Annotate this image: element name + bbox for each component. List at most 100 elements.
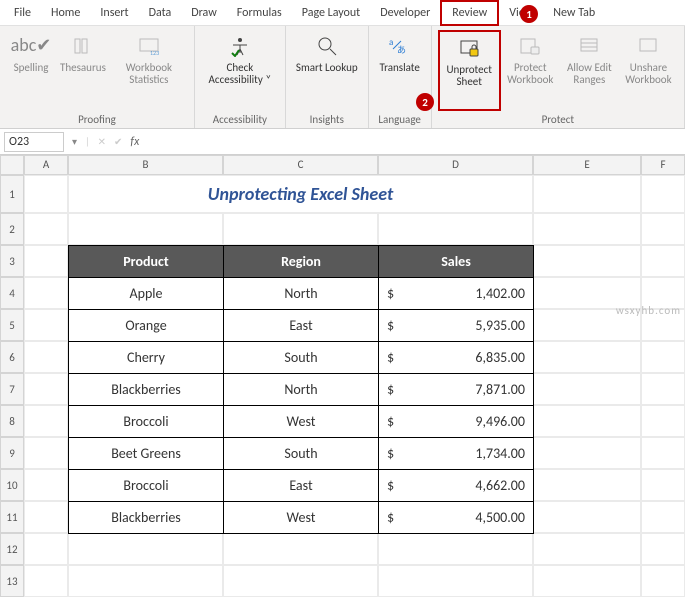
unshare-workbook-icon xyxy=(634,32,662,60)
cells-area[interactable]: Unprotecting Excel Sheet Product Region … xyxy=(24,175,685,597)
tab-review[interactable]: Review xyxy=(440,0,499,26)
table-row[interactable]: CherrySouth$6,835.00 xyxy=(69,342,534,374)
watermark: wsxyhb.com xyxy=(616,304,681,317)
cell-sales[interactable]: $4,500.00 xyxy=(379,502,534,534)
cell-sales[interactable]: $5,935.00 xyxy=(379,310,534,342)
spelling-button[interactable]: abc✔ Spelling xyxy=(6,30,56,111)
svg-text:123: 123 xyxy=(150,49,159,57)
cell-product[interactable]: Broccoli xyxy=(69,470,224,502)
unprotect-sheet-button[interactable]: Unprotect Sheet xyxy=(438,30,501,111)
formula-input[interactable] xyxy=(143,132,685,152)
row-header-10[interactable]: 10 xyxy=(0,469,24,501)
protect-workbook-icon xyxy=(516,32,544,60)
cell-region[interactable]: South xyxy=(224,438,379,470)
row-header-1[interactable]: 1 xyxy=(0,175,24,213)
table-row[interactable]: BroccoliWest$9,496.00 xyxy=(69,406,534,438)
cell-region[interactable]: North xyxy=(224,278,379,310)
check-accessibility-button[interactable]: Check Accessibility ˅ xyxy=(201,30,279,111)
cell-product[interactable]: Blackberries xyxy=(69,502,224,534)
spelling-label: Spelling xyxy=(14,62,49,74)
group-protect-label: Protect xyxy=(438,111,678,126)
tab-draw[interactable]: Draw xyxy=(181,2,227,24)
row-header-13[interactable]: 13 xyxy=(0,565,24,597)
protect-workbook-button[interactable]: Protect Workbook xyxy=(501,30,560,111)
col-header-E[interactable]: E xyxy=(533,155,641,175)
col-header-F[interactable]: F xyxy=(641,155,685,175)
group-insights: Smart Lookup Insights xyxy=(286,26,369,128)
cell-region[interactable]: East xyxy=(224,470,379,502)
unshare-workbook-button[interactable]: Unshare Workbook xyxy=(619,30,678,111)
cell-product[interactable]: Cherry xyxy=(69,342,224,374)
cell-sales[interactable]: $1,734.00 xyxy=(379,438,534,470)
tab-new-tab[interactable]: New Tab xyxy=(543,2,605,24)
row-header-6[interactable]: 6 xyxy=(0,341,24,373)
cell-product[interactable]: Blackberries xyxy=(69,374,224,406)
tab-formulas[interactable]: Formulas xyxy=(227,2,292,24)
tab-insert[interactable]: Insert xyxy=(90,2,138,24)
cell-product[interactable]: Beet Greens xyxy=(69,438,224,470)
table-row[interactable]: BlackberriesWest$4,500.00 xyxy=(69,502,534,534)
tab-page-layout[interactable]: Page Layout xyxy=(292,2,370,24)
cell-sales[interactable]: $1,402.00 xyxy=(379,278,534,310)
table-row[interactable]: OrangeEast$5,935.00 xyxy=(69,310,534,342)
cell-sales[interactable]: $7,871.00 xyxy=(379,374,534,406)
table-row[interactable]: BlackberriesNorth$7,871.00 xyxy=(69,374,534,406)
col-header-D[interactable]: D xyxy=(378,155,533,175)
table-row[interactable]: BroccoliEast$4,662.00 xyxy=(69,470,534,502)
col-header-C[interactable]: C xyxy=(223,155,378,175)
row-header-9[interactable]: 9 xyxy=(0,437,24,469)
thesaurus-icon xyxy=(69,32,97,60)
tab-developer[interactable]: Developer xyxy=(370,2,440,24)
unprotect-sheet-icon xyxy=(455,34,483,62)
cell-sales[interactable]: $4,662.00 xyxy=(379,470,534,502)
row-header-4[interactable]: 4 xyxy=(0,277,24,309)
cell-sales[interactable]: $6,835.00 xyxy=(379,342,534,374)
row-header-7[interactable]: 7 xyxy=(0,373,24,405)
allow-edit-ranges-button[interactable]: Allow Edit Ranges xyxy=(560,30,619,111)
row-header-12[interactable]: 12 xyxy=(0,533,24,565)
name-box-dropdown-icon[interactable]: ▾ xyxy=(68,135,81,148)
col-header-A[interactable]: A xyxy=(24,155,68,175)
group-accessibility: Check Accessibility ˅ Accessibility xyxy=(195,26,286,128)
name-box[interactable]: O23 xyxy=(4,132,64,152)
row-header-5[interactable]: 5 xyxy=(0,309,24,341)
row-header-2[interactable]: 2 xyxy=(0,213,24,245)
tab-data[interactable]: Data xyxy=(139,2,182,24)
thesaurus-button[interactable]: Thesaurus xyxy=(56,30,110,111)
allow-edit-ranges-label: Allow Edit Ranges xyxy=(564,62,615,86)
table-row[interactable]: AppleNorth$1,402.00 xyxy=(69,278,534,310)
row-header-3[interactable]: 3 xyxy=(0,245,24,277)
cell-region[interactable]: West xyxy=(224,406,379,438)
fx-icon[interactable]: fx xyxy=(126,135,143,149)
cell-product[interactable]: Broccoli xyxy=(69,406,224,438)
th-sales[interactable]: Sales xyxy=(379,246,534,278)
table-row[interactable]: Beet GreensSouth$1,734.00 xyxy=(69,438,534,470)
cell-region[interactable]: East xyxy=(224,310,379,342)
svg-text:a: a xyxy=(389,37,393,48)
select-all-corner[interactable] xyxy=(0,155,24,175)
col-header-B[interactable]: B xyxy=(68,155,223,175)
cell-region[interactable]: North xyxy=(224,374,379,406)
th-product[interactable]: Product xyxy=(69,246,224,278)
cancel-icon: ✕ xyxy=(94,135,110,148)
cell-sales[interactable]: $9,496.00 xyxy=(379,406,534,438)
row-header-8[interactable]: 8 xyxy=(0,405,24,437)
sheet-title[interactable]: Unprotecting Excel Sheet xyxy=(68,175,533,213)
formula-bar: O23 ▾ | ✕ ✔ fx xyxy=(0,129,685,155)
cell-product[interactable]: Orange xyxy=(69,310,224,342)
th-region[interactable]: Region xyxy=(224,246,379,278)
row-headers: 1 2 3 4 5 6 7 8 9 10 11 12 13 xyxy=(0,175,24,597)
tab-home[interactable]: Home xyxy=(41,2,90,24)
workbook-stats-button[interactable]: 123 Workbook Statistics xyxy=(110,30,188,111)
svg-text:あ: あ xyxy=(397,45,406,56)
smart-lookup-label: Smart Lookup xyxy=(296,62,358,74)
check-accessibility-label: Check Accessibility ˅ xyxy=(205,62,275,86)
group-language: aあ Translate Language xyxy=(369,26,432,128)
smart-lookup-button[interactable]: Smart Lookup xyxy=(292,30,362,111)
ribbon: abc✔ Spelling Thesaurus 123 Workbook Sta… xyxy=(0,26,685,129)
cell-region[interactable]: West xyxy=(224,502,379,534)
cell-product[interactable]: Apple xyxy=(69,278,224,310)
cell-region[interactable]: South xyxy=(224,342,379,374)
tab-file[interactable]: File xyxy=(4,2,41,24)
row-header-11[interactable]: 11 xyxy=(0,501,24,533)
